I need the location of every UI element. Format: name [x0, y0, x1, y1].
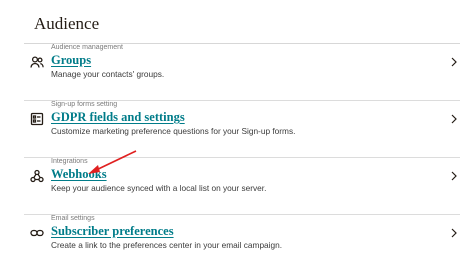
item-category: Audience management	[51, 44, 123, 51]
gdpr-form-icon	[30, 112, 44, 126]
menu-item-gdpr[interactable]: Sign-up forms setting GDPR fields and se…	[24, 101, 460, 158]
chevron-right-icon	[450, 228, 458, 238]
webhooks-icon	[30, 169, 44, 183]
menu-item-subscriber-preferences[interactable]: Email settings Subscriber preferences Cr…	[24, 215, 460, 271]
item-category: Sign-up forms setting	[51, 101, 118, 108]
menu-item-webhooks[interactable]: Integrations Webhooks Keep your audience…	[24, 158, 460, 215]
webhooks-link[interactable]: Webhooks	[51, 167, 107, 182]
item-description: Keep your audience synced with a local l…	[51, 183, 267, 193]
settings-menu-list: Audience management Groups Manage your c…	[24, 44, 460, 271]
page-title: Audience	[34, 14, 100, 33]
groups-link[interactable]: Groups	[51, 53, 91, 68]
gdpr-fields-link[interactable]: GDPR fields and settings	[51, 110, 185, 125]
item-description: Create a link to the preferences center …	[51, 240, 283, 250]
menu-item-groups[interactable]: Audience management Groups Manage your c…	[24, 44, 460, 101]
chevron-right-icon	[450, 171, 458, 181]
item-category: Integrations	[51, 158, 88, 165]
chevron-right-icon	[450, 114, 458, 124]
link-icon	[30, 226, 44, 240]
item-category: Email settings	[51, 215, 95, 222]
groups-icon	[30, 55, 44, 69]
item-description: Customize marketing preference questions…	[51, 126, 296, 136]
item-description: Manage your contacts' groups.	[51, 69, 165, 79]
subscriber-preferences-link[interactable]: Subscriber preferences	[51, 224, 174, 239]
chevron-right-icon	[450, 57, 458, 67]
